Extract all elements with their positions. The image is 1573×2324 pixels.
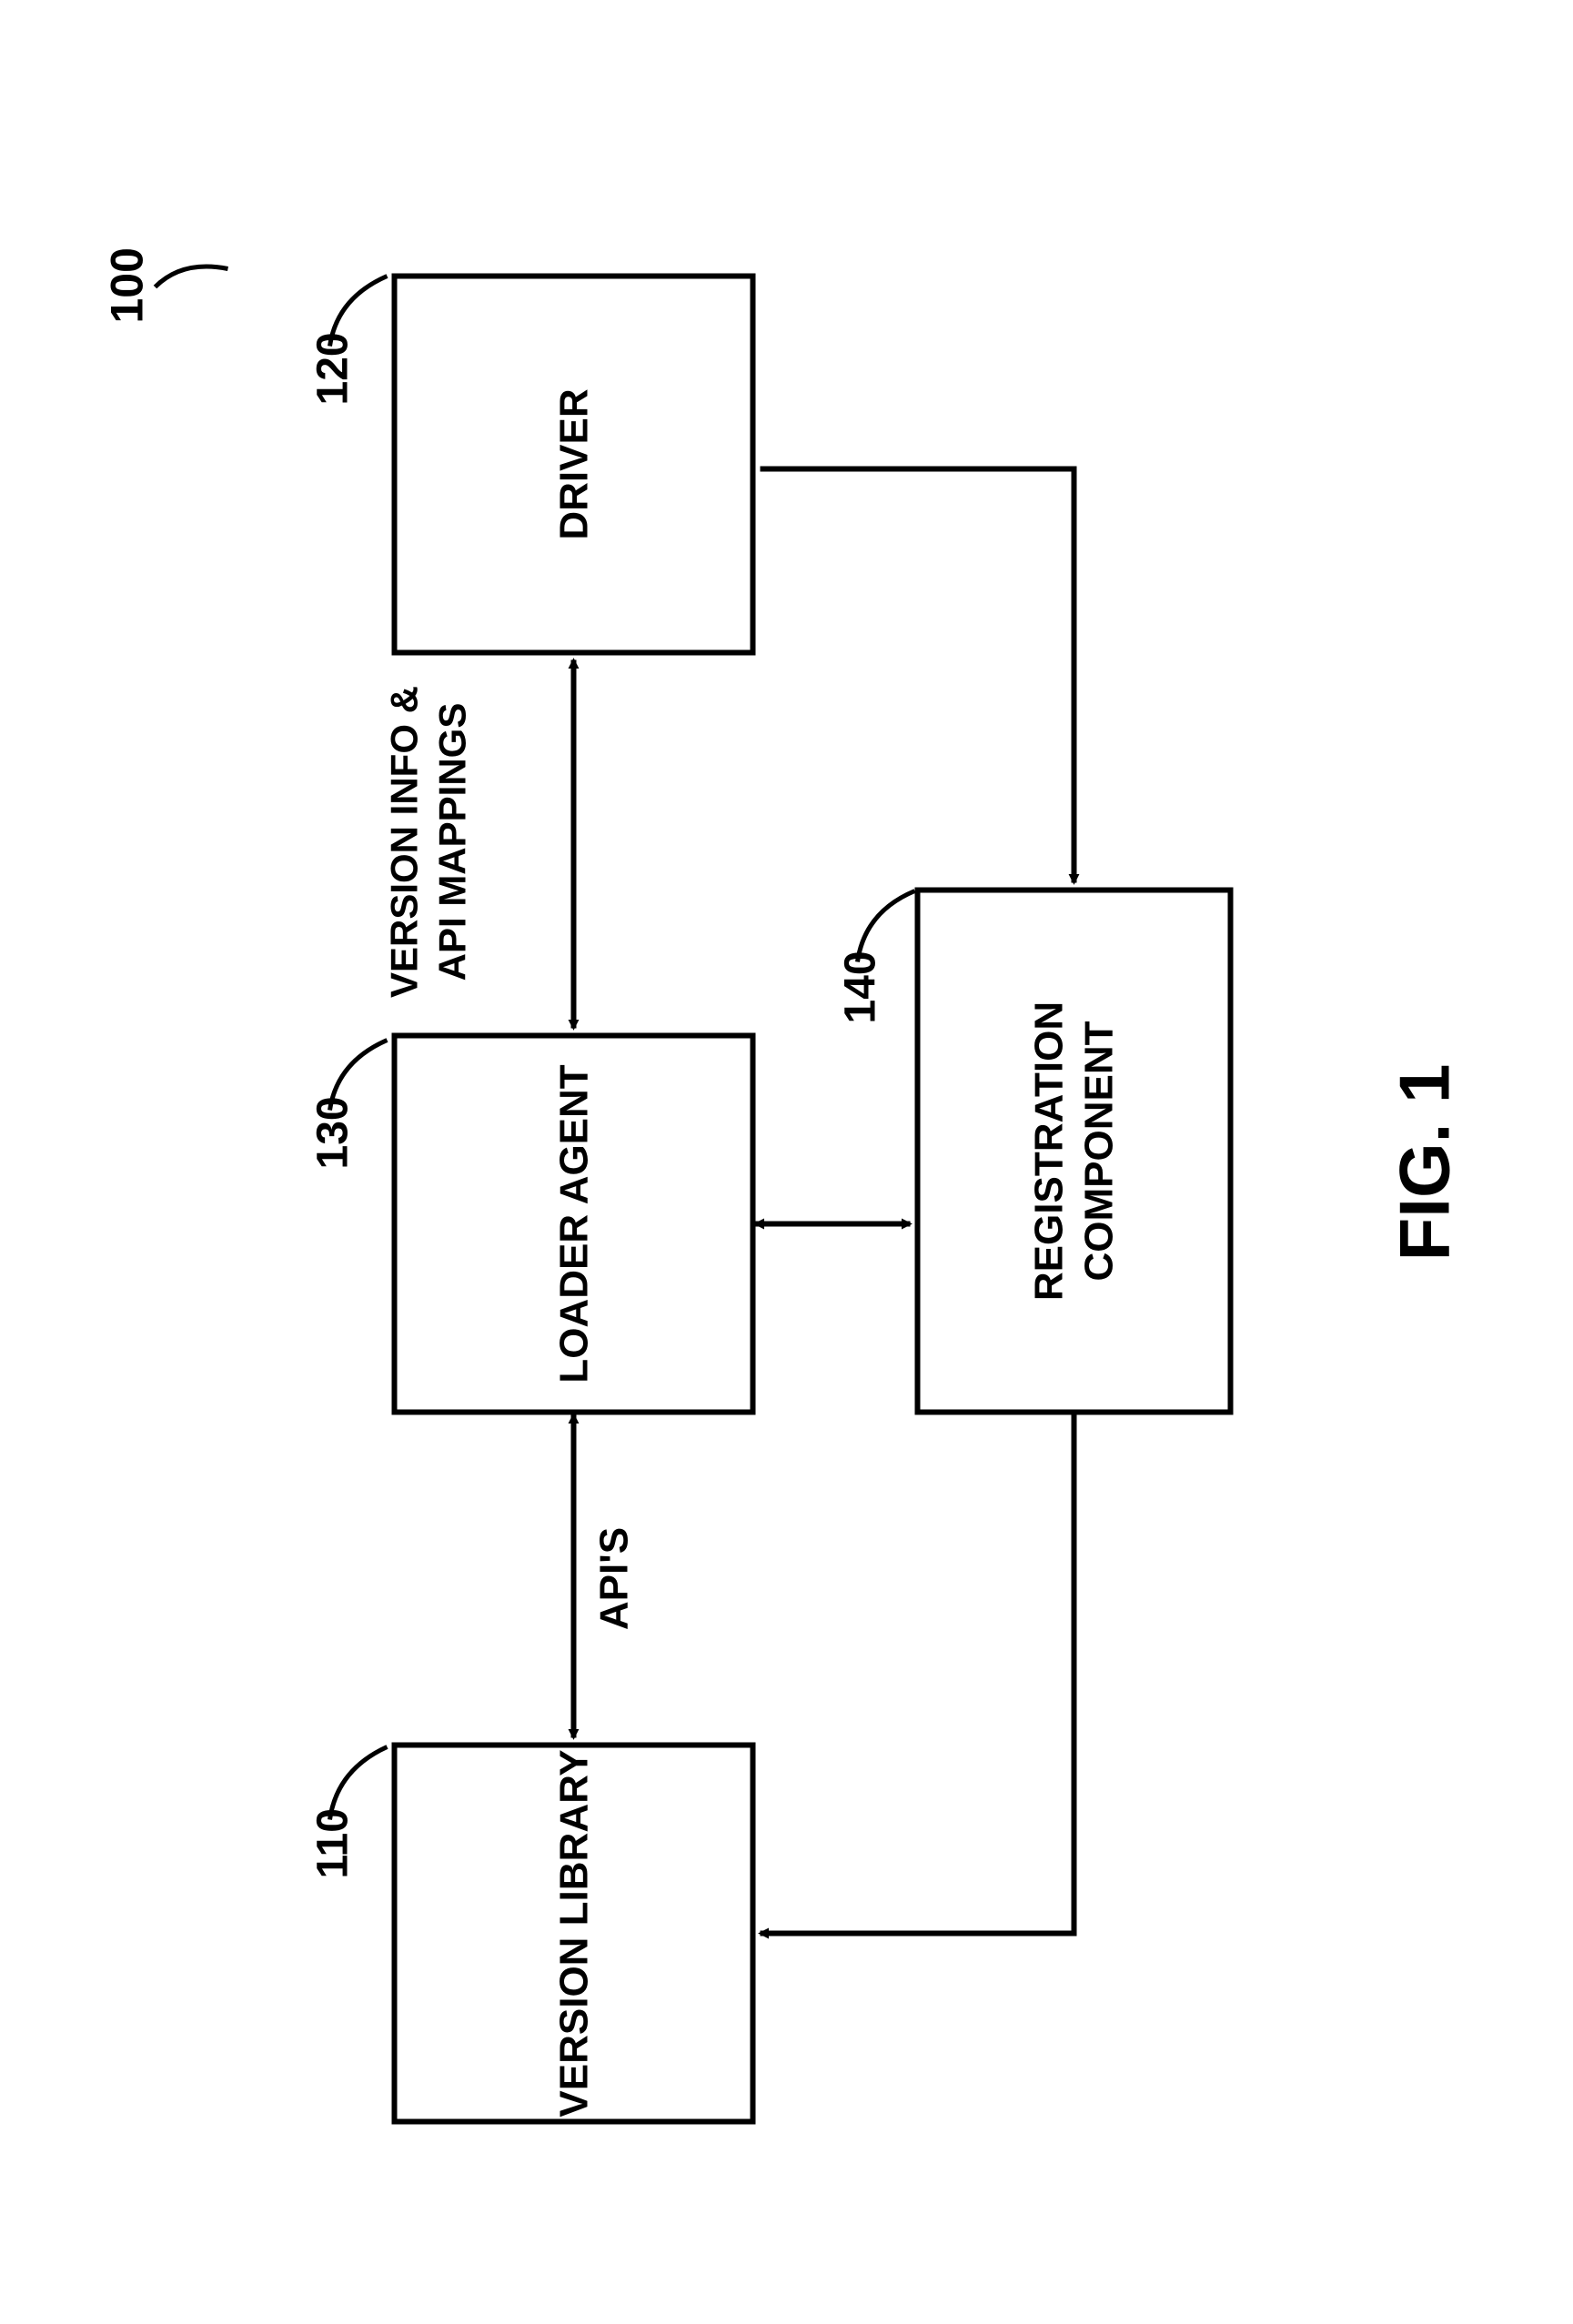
label-ref-140: 140 bbox=[835, 951, 885, 1023]
box-loader-agent-label: LOADER AGENT bbox=[549, 1064, 599, 1383]
connector-driver-to-registration bbox=[760, 468, 1074, 882]
box-loader-agent: LOADER AGENT bbox=[391, 1032, 755, 1414]
box-registration-component-label: REGISTRATION COMPONENT bbox=[1023, 892, 1124, 1409]
label-system-ref: 100 bbox=[100, 247, 153, 323]
label-connector-apis: API'S bbox=[591, 1487, 637, 1669]
connector-registration-to-library bbox=[760, 1414, 1074, 1933]
connectors-layer bbox=[0, 0, 1573, 2324]
diagram-canvas: 100 VERSION LIBRARY 110 LOADER AGENT 130… bbox=[0, 0, 1573, 2324]
box-driver-label: DRIVER bbox=[549, 388, 599, 539]
label-ref-120: 120 bbox=[308, 332, 358, 405]
label-ref-130: 130 bbox=[308, 1096, 358, 1169]
leader-system-100 bbox=[155, 267, 227, 287]
box-driver: DRIVER bbox=[391, 273, 755, 655]
label-ref-110: 110 bbox=[308, 1808, 358, 1878]
figure-caption: FIG. 1 bbox=[1383, 0, 1466, 2324]
box-version-library-label: VERSION LIBRARY bbox=[549, 1749, 599, 2117]
box-registration-component: REGISTRATION COMPONENT bbox=[914, 887, 1233, 1414]
box-version-library: VERSION LIBRARY bbox=[391, 1742, 755, 2124]
label-connector-version-info: VERSION INFO & API MAPPINGS bbox=[380, 678, 476, 1005]
